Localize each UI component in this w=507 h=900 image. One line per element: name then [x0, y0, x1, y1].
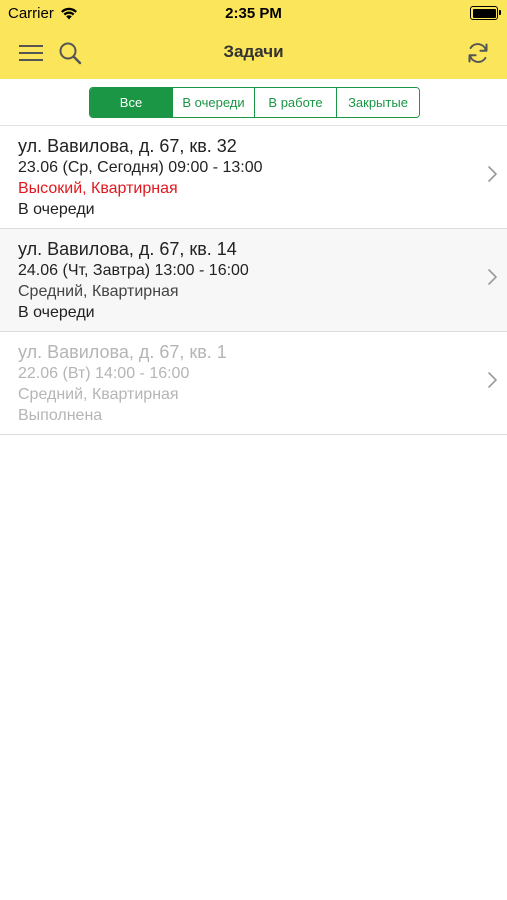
- refresh-button[interactable]: [463, 38, 493, 68]
- status-bar: Carrier 2:35 PM: [0, 0, 507, 28]
- task-priority: Средний, Квартирная: [18, 283, 179, 300]
- chevron-right-icon: [488, 166, 497, 182]
- task-priority: Высокий, Квартирная: [18, 180, 178, 197]
- task-item[interactable]: ул. Вавилова, д. 67, кв. 1 22.06 (Вт) 14…: [0, 332, 507, 435]
- task-state: Выполнена: [18, 407, 103, 424]
- task-schedule: 24.06 (Чт, Завтра) 13:00 - 16:00: [18, 262, 249, 279]
- tab-queued[interactable]: В очереди: [173, 88, 255, 117]
- battery-icon: [470, 6, 501, 20]
- header: Carrier 2:35 PM Задачи: [0, 0, 507, 79]
- task-address: ул. Вавилова, д. 67, кв. 32: [18, 136, 237, 156]
- task-address: ул. Вавилова, д. 67, кв. 1: [18, 342, 227, 362]
- task-item[interactable]: ул. Вавилова, д. 67, кв. 14 24.06 (Чт, З…: [0, 229, 507, 332]
- tab-closed[interactable]: Закрытые: [337, 88, 419, 117]
- task-list: ул. Вавилова, д. 67, кв. 32 23.06 (Ср, С…: [0, 126, 507, 435]
- task-address: ул. Вавилова, д. 67, кв. 14: [18, 239, 237, 259]
- task-schedule: 23.06 (Ср, Сегодня) 09:00 - 13:00: [18, 159, 263, 176]
- task-state: В очереди: [18, 201, 95, 218]
- task-state: В очереди: [18, 304, 95, 321]
- navbar: Задачи: [0, 28, 507, 79]
- refresh-icon: [468, 43, 488, 63]
- chevron-right-icon: [488, 269, 497, 285]
- tab-all[interactable]: Все: [90, 88, 173, 117]
- status-time: 2:35 PM: [225, 5, 282, 22]
- chevron-right-icon: [488, 372, 497, 388]
- tab-in-progress[interactable]: В работе: [255, 88, 337, 117]
- filter-bar: Все В очереди В работе Закрытые: [0, 79, 507, 126]
- task-schedule: 22.06 (Вт) 14:00 - 16:00: [18, 365, 190, 382]
- task-item[interactable]: ул. Вавилова, д. 67, кв. 32 23.06 (Ср, С…: [0, 126, 507, 229]
- status-filter: Все В очереди В работе Закрытые: [89, 87, 420, 118]
- page-title: Задачи: [223, 42, 284, 61]
- task-priority: Средний, Квартирная: [18, 386, 179, 403]
